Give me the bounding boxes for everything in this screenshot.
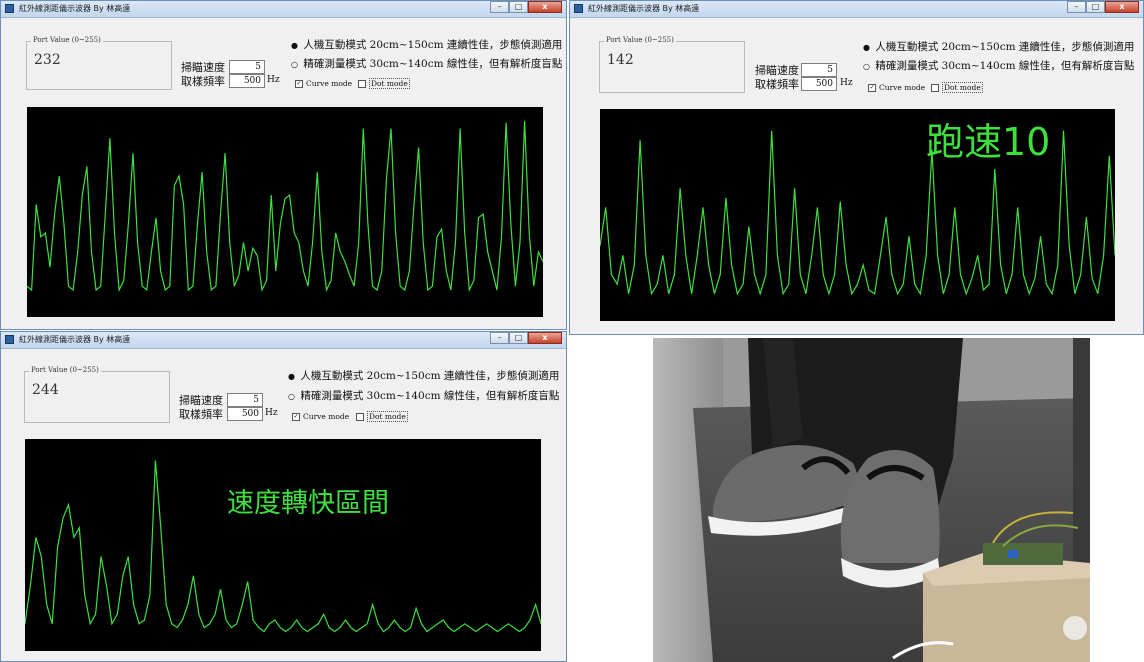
hz-unit: Hz [840,78,853,88]
radio-precise-mode[interactable]: ○ 精確測量模式 30cm~140cm 線性佳，但有解析度盲點 [863,58,1134,73]
close-button[interactable]: x [528,1,562,13]
dot-mode-label: Dot mode [369,78,410,89]
scan-speed-input[interactable]: 5 [227,393,263,407]
speed-overlay-text: 速度轉快區間 [227,488,389,519]
sample-rate-label: 取樣頻率 [755,78,799,91]
treadmill-feet-image [653,338,1090,662]
port-value: 142 [607,52,634,68]
window-title: 紅外線測距儀示波器 By 林高遠 [19,335,131,344]
oscilloscope-window-1: 紅外線測距儀示波器 By 林高遠 – □ x Port Value (0~255… [0,0,567,330]
radio-interactive-mode[interactable]: ● 人機互動模式 20cm~150cm 連續性佳，步態偵測適用 [288,368,559,383]
minimize-button[interactable]: – [1067,1,1086,13]
speed-overlay-text: 跑速10 [926,120,1051,164]
maximize-button[interactable]: □ [509,1,528,13]
close-button[interactable]: x [528,332,562,344]
window-controls: – □ x [490,1,562,14]
curve-mode-label: Curve mode [306,79,353,88]
dot-mode-checkbox[interactable]: Dot mode [356,411,408,422]
waveform-svg [25,460,541,633]
port-value: 232 [34,52,61,68]
curve-mode-checkbox[interactable]: ✓ Curve mode [868,83,925,92]
mode2-label: 精確測量模式 30cm~140cm 線性佳，但有解析度盲點 [875,60,1135,72]
waveform-plot [27,107,543,317]
close-button[interactable]: x [1105,1,1139,13]
oscilloscope-window-2: 紅外線測距儀示波器 By 林高遠 – □ x Port Value (0~255… [569,0,1144,335]
radio-interactive-mode[interactable]: ● 人機互動模式 20cm~150cm 連續性佳，步態偵測適用 [863,39,1134,54]
checkbox-unchecked-icon [356,413,364,421]
minimize-button[interactable]: – [490,1,509,13]
mode1-label: 人機互動模式 20cm~150cm 連續性佳，步態偵測適用 [303,39,563,51]
waveform-plot: 速度轉快區間 [25,439,541,651]
curve-mode-checkbox[interactable]: ✓ Curve mode [295,79,352,88]
treadmill-photo [653,338,1090,662]
curve-mode-label: Curve mode [303,412,350,421]
radio-selected-icon: ● [863,43,870,52]
app-icon [5,4,14,13]
radio-unselected-icon: ○ [288,392,295,401]
app-icon [574,4,583,13]
dot-mode-checkbox[interactable]: Dot mode [358,78,410,89]
app-icon [5,335,14,344]
checkbox-checked-icon: ✓ [295,80,303,88]
port-value-group: Port Value (0~255) 244 [24,366,170,423]
port-value-group: Port Value (0~255) 142 [599,36,745,93]
mode2-label: 精確測量模式 30cm~140cm 線性佳，但有解析度盲點 [303,58,563,70]
scan-speed-input[interactable]: 5 [229,60,265,74]
window-controls: – □ x [1067,1,1139,14]
dot-mode-checkbox[interactable]: Dot mode [931,82,983,93]
radio-selected-icon: ● [288,372,295,381]
sample-rate-label: 取樣頻率 [179,408,223,421]
checkbox-checked-icon: ✓ [292,413,300,421]
mode1-label: 人機互動模式 20cm~150cm 連續性佳，步態偵測適用 [875,41,1135,53]
checkbox-unchecked-icon [358,80,366,88]
dot-mode-label: Dot mode [942,82,983,93]
sample-rate-input[interactable]: 500 [229,74,265,88]
waveform-svg [27,120,543,293]
radio-interactive-mode[interactable]: ● 人機互動模式 20cm~150cm 連續性佳，步態偵測適用 [291,37,562,52]
window-title: 紅外線測距儀示波器 By 林高遠 [588,4,700,13]
radio-precise-mode[interactable]: ○ 精確測量模式 30cm~140cm 線性佳，但有解析度盲點 [291,56,562,71]
hz-unit: Hz [267,75,280,85]
port-value-label: Port Value (0~255) [29,366,101,374]
port-value-group: Port Value (0~255) 232 [26,36,172,90]
sample-rate-label: 取樣頻率 [181,75,225,88]
waveform-plot: 跑速10 [600,109,1115,321]
title-bar[interactable]: 紅外線測距儀示波器 By 林高遠 – □ x [1,332,566,349]
dot-mode-label: Dot mode [367,411,408,422]
oscilloscope-window-3: 紅外線測距儀示波器 By 林高遠 – □ x Port Value (0~255… [0,331,567,662]
mode2-label: 精確測量模式 30cm~140cm 線性佳，但有解析度盲點 [300,390,560,402]
sample-rate-input[interactable]: 500 [801,77,837,91]
mode1-label: 人機互動模式 20cm~150cm 連續性佳，步態偵測適用 [300,370,560,382]
window-controls: – □ x [490,332,562,345]
radio-precise-mode[interactable]: ○ 精確測量模式 30cm~140cm 線性佳，但有解析度盲點 [288,388,559,403]
maximize-button[interactable]: □ [509,332,528,344]
scan-speed-input[interactable]: 5 [801,63,837,77]
window-title: 紅外線測距儀示波器 By 林高遠 [19,4,131,13]
minimize-button[interactable]: – [490,332,509,344]
curve-mode-label: Curve mode [879,83,926,92]
radio-selected-icon: ● [291,41,298,50]
port-value-label: Port Value (0~255) [604,36,676,44]
curve-mode-checkbox[interactable]: ✓ Curve mode [292,412,349,421]
hz-unit: Hz [265,408,278,418]
radio-unselected-icon: ○ [863,62,870,71]
radio-unselected-icon: ○ [291,60,298,69]
title-bar[interactable]: 紅外線測距儀示波器 By 林高遠 – □ x [1,1,566,18]
title-bar[interactable]: 紅外線測距儀示波器 By 林高遠 – □ x [570,1,1143,18]
port-value: 244 [32,382,59,398]
maximize-button[interactable]: □ [1086,1,1105,13]
checkbox-checked-icon: ✓ [868,84,876,92]
checkbox-unchecked-icon [931,84,939,92]
waveform-line [27,120,543,293]
port-value-label: Port Value (0~255) [31,36,103,44]
sample-rate-input[interactable]: 500 [227,407,263,421]
